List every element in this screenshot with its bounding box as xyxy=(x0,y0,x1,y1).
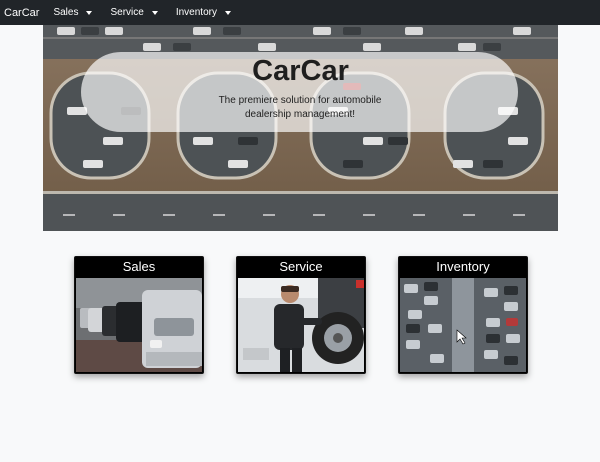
automated-parking-garage-image xyxy=(400,278,526,372)
chevron-down-icon xyxy=(224,10,231,15)
card-title-inventory: Inventory xyxy=(436,259,490,274)
card-service[interactable]: Service xyxy=(236,256,366,374)
nav-label-service: Service xyxy=(110,7,144,18)
navbar: CarCar Sales Service Inventory xyxy=(0,0,600,25)
card-inventory[interactable]: Inventory xyxy=(398,256,528,374)
car-dealership-lot-image xyxy=(76,278,202,372)
chevron-down-icon xyxy=(151,10,158,15)
nav-label-sales: Sales xyxy=(53,7,79,18)
mechanic-changing-tire-image xyxy=(238,278,364,372)
card-title-sales: Sales xyxy=(122,259,156,274)
hero-banner: CarCar The premiere solution for automob… xyxy=(43,25,558,231)
nav-dropdown-inventory[interactable]: Inventory xyxy=(176,7,231,18)
card-title-service: Service xyxy=(279,259,323,274)
nav-dropdown-service[interactable]: Service xyxy=(110,7,158,18)
brand-link[interactable]: CarCar xyxy=(4,7,39,19)
chevron-down-icon xyxy=(86,10,93,15)
hero-subtitle: The premiere solution for automobile dea… xyxy=(218,95,382,120)
nav-dropdown-sales[interactable]: Sales xyxy=(53,7,93,18)
nav-label-inventory: Inventory xyxy=(175,7,217,18)
card-sales[interactable]: Sales xyxy=(74,256,204,374)
hero-title: CarCar xyxy=(252,55,349,87)
